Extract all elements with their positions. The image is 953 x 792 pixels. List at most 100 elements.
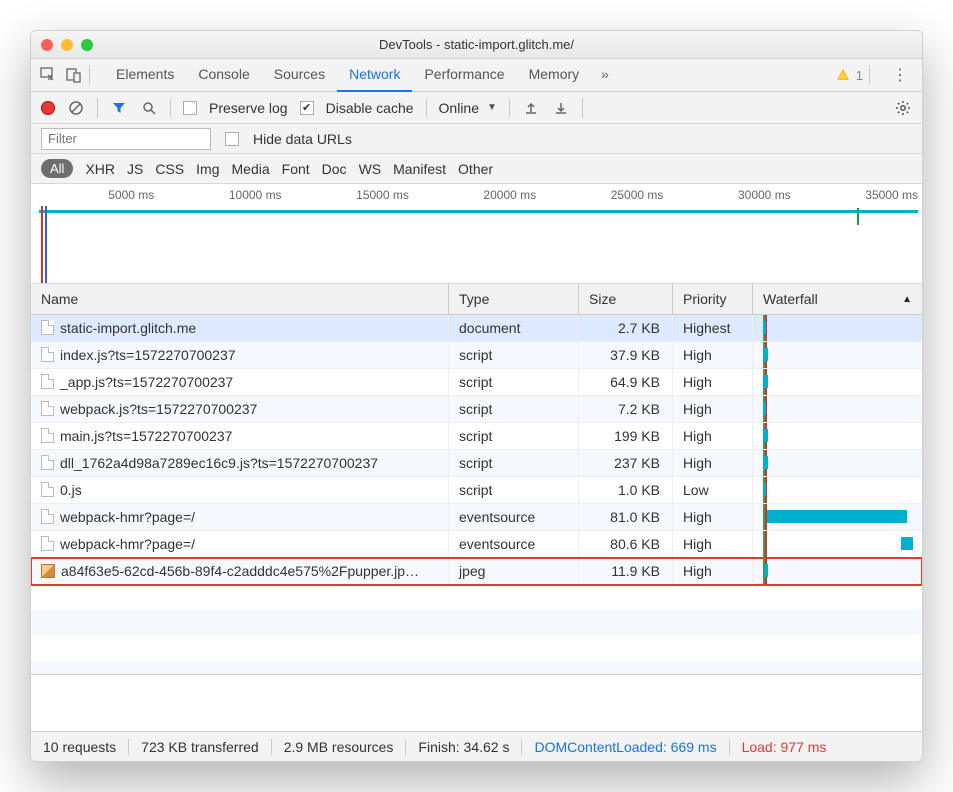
tab-memory[interactable]: Memory — [517, 58, 592, 92]
cell-name: 0.js — [31, 477, 449, 503]
col-waterfall[interactable]: Waterfall ▲ — [753, 284, 922, 314]
type-img[interactable]: Img — [196, 161, 219, 177]
search-icon[interactable] — [140, 99, 158, 117]
cell-priority: High — [673, 423, 753, 449]
cell-name: webpack-hmr?page=/ — [31, 504, 449, 530]
download-har-icon[interactable] — [552, 99, 570, 117]
timeline-ticks: 5000 ms 10000 ms 15000 ms 20000 ms 25000… — [31, 184, 922, 202]
type-manifest[interactable]: Manifest — [393, 161, 446, 177]
type-css[interactable]: CSS — [155, 161, 184, 177]
devtools-window: DevTools - static-import.glitch.me/ Elem… — [30, 30, 923, 762]
type-media[interactable]: Media — [232, 161, 270, 177]
tab-performance[interactable]: Performance — [412, 58, 516, 92]
sort-asc-icon: ▲ — [902, 294, 912, 305]
table-row[interactable]: 0.jsscript1.0 KBLow — [31, 477, 922, 504]
tab-elements[interactable]: Elements — [104, 58, 186, 92]
file-icon — [41, 401, 54, 416]
tab-console[interactable]: Console — [186, 58, 261, 92]
cell-waterfall — [753, 369, 922, 395]
table-row[interactable]: a84f63e5-62cd-456b-89f4-c2adddc4e575%2Fp… — [31, 558, 922, 585]
timeline-tick: 20000 ms — [413, 188, 540, 202]
waterfall-bar — [763, 429, 768, 442]
throttling-select[interactable]: Online ▼ — [439, 100, 497, 116]
type-ws[interactable]: WS — [359, 161, 382, 177]
image-file-icon — [41, 564, 55, 578]
hide-data-urls-label: Hide data URLs — [253, 131, 352, 147]
table-row[interactable]: webpack-hmr?page=/eventsource80.6 KBHigh — [31, 531, 922, 558]
file-name: _app.js?ts=1572270700237 — [60, 374, 233, 390]
type-all[interactable]: All — [41, 159, 73, 178]
tab-network[interactable]: Network — [337, 58, 412, 92]
settings-icon[interactable] — [894, 99, 912, 117]
table-row[interactable]: main.js?ts=1572270700237script199 KBHigh — [31, 423, 922, 450]
type-xhr[interactable]: XHR — [85, 161, 115, 177]
table-row[interactable]: dll_1762a4d98a7289ec16c9.js?ts=157227070… — [31, 450, 922, 477]
warnings-count: 1 — [856, 68, 863, 83]
cell-name: static-import.glitch.me — [31, 315, 449, 341]
cell-size: 1.0 KB — [579, 477, 673, 503]
timeline-tick: 15000 ms — [286, 188, 413, 202]
cell-priority: High — [673, 342, 753, 368]
status-load: Load: 977 ms — [730, 739, 839, 755]
table-row[interactable]: webpack.js?ts=1572270700237script7.2 KBH… — [31, 396, 922, 423]
type-doc[interactable]: Doc — [322, 161, 347, 177]
file-icon — [41, 374, 54, 389]
cell-type: document — [449, 315, 579, 341]
file-icon — [41, 536, 54, 551]
filter-input[interactable] — [41, 128, 211, 150]
panel-tabs: Elements Console Sources Network Perform… — [104, 58, 619, 92]
tabs-overflow-button[interactable]: » — [591, 58, 619, 92]
cell-size: 237 KB — [579, 450, 673, 476]
throttling-value: Online — [439, 100, 479, 116]
chevron-down-icon: ▼ — [487, 102, 497, 113]
status-transferred: 723 KB transferred — [129, 739, 272, 755]
hide-data-urls-checkbox[interactable] — [225, 132, 239, 146]
timeline-overview[interactable]: 5000 ms 10000 ms 15000 ms 20000 ms 25000… — [31, 184, 922, 284]
warnings-indicator[interactable]: 1 — [836, 68, 863, 83]
more-options-icon[interactable]: ⋮ — [886, 65, 914, 85]
clear-icon[interactable] — [67, 99, 85, 117]
status-dcl: DOMContentLoaded: 669 ms — [522, 739, 729, 755]
file-name: main.js?ts=1572270700237 — [60, 428, 232, 444]
waterfall-bar — [764, 483, 766, 496]
warning-icon — [836, 68, 850, 82]
cell-size: 64.9 KB — [579, 369, 673, 395]
status-bar: 10 requests 723 KB transferred 2.9 MB re… — [31, 731, 922, 761]
devtools-tabs: Elements Console Sources Network Perform… — [31, 59, 922, 92]
timeline-tick: 10000 ms — [158, 188, 285, 202]
separator — [426, 98, 427, 118]
type-other[interactable]: Other — [458, 161, 493, 177]
table-row[interactable]: _app.js?ts=1572270700237 script64.9 KBHig… — [31, 369, 922, 396]
col-waterfall-label: Waterfall — [763, 291, 818, 307]
col-priority[interactable]: Priority — [673, 284, 753, 314]
cell-name: main.js?ts=1572270700237 — [31, 423, 449, 449]
cell-waterfall — [753, 558, 922, 584]
tab-sources[interactable]: Sources — [262, 58, 337, 92]
disable-cache-checkbox[interactable] — [300, 101, 314, 115]
cell-priority: High — [673, 369, 753, 395]
waterfall-bar — [763, 402, 766, 415]
upload-har-icon[interactable] — [522, 99, 540, 117]
table-row[interactable]: webpack-hmr?page=/eventsource81.0 KBHigh — [31, 504, 922, 531]
waterfall-bar — [763, 456, 768, 469]
preserve-log-checkbox[interactable] — [183, 101, 197, 115]
record-button[interactable] — [41, 101, 55, 115]
table-body: static-import.glitch.medocument2.7 KBHig… — [31, 315, 922, 585]
table-empty-space — [31, 585, 922, 675]
col-type[interactable]: Type — [449, 284, 579, 314]
cell-name: _app.js?ts=1572270700237 — [31, 369, 449, 395]
col-name[interactable]: Name — [31, 284, 449, 314]
type-js[interactable]: JS — [127, 161, 143, 177]
table-row[interactable]: static-import.glitch.medocument2.7 KBHig… — [31, 315, 922, 342]
toggle-device-icon[interactable] — [65, 66, 83, 84]
table-row[interactable]: index.js?ts=1572270700237script37.9 KBHi… — [31, 342, 922, 369]
inspect-element-icon[interactable] — [39, 66, 57, 84]
type-font[interactable]: Font — [282, 161, 310, 177]
col-size[interactable]: Size — [579, 284, 673, 314]
disable-cache-label: Disable cache — [326, 100, 414, 116]
filter-icon[interactable] — [110, 99, 128, 117]
cell-type: script — [449, 369, 579, 395]
waterfall-bar — [763, 375, 768, 388]
network-table: Name Type Size Priority Waterfall ▲ stat… — [31, 284, 922, 731]
cell-waterfall — [753, 423, 922, 449]
